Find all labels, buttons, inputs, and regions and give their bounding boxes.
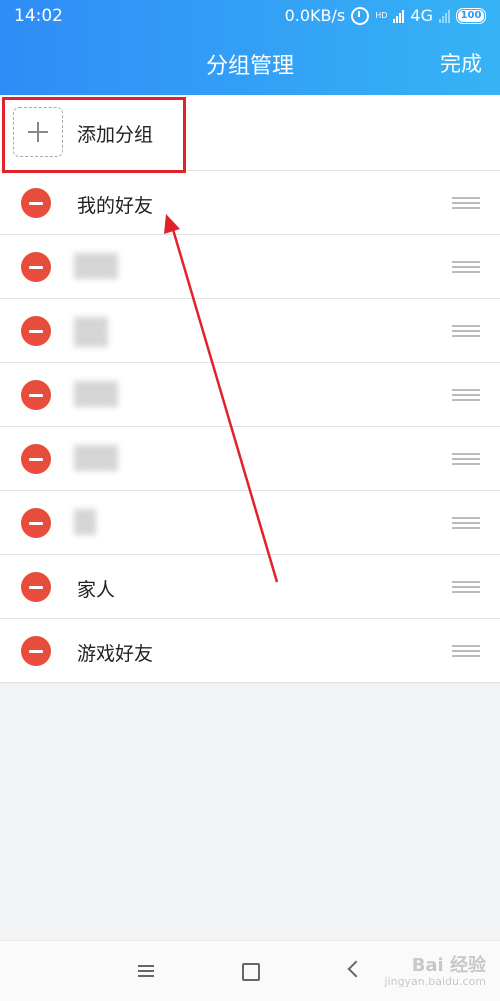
status-time: 14:02 xyxy=(14,6,63,26)
group-row xyxy=(0,363,500,427)
group-label: 游戏好友 xyxy=(77,643,154,665)
drag-handle-icon[interactable] xyxy=(452,453,480,465)
battery-level: 100 xyxy=(460,9,482,21)
blurred-label xyxy=(74,317,108,347)
drag-handle-icon[interactable] xyxy=(452,389,480,401)
group-row: 家人 xyxy=(0,555,500,619)
plus-icon[interactable] xyxy=(13,107,63,157)
add-group-row[interactable]: 添加分组 xyxy=(0,95,500,173)
status-indicators: 0.0KB/s HD 4G 100 xyxy=(285,6,486,25)
delete-icon[interactable] xyxy=(21,188,51,218)
blurred-label xyxy=(74,253,118,279)
add-group-label: 添加分组 xyxy=(77,124,154,146)
delete-icon[interactable] xyxy=(21,508,51,538)
watermark-logo: Bai 经验 xyxy=(411,955,486,976)
delete-icon[interactable] xyxy=(21,252,51,282)
status-bar: 14:02 0.0KB/s HD 4G 100 xyxy=(0,0,500,32)
network-type: 4G xyxy=(410,6,433,25)
group-row: 游戏好友 xyxy=(0,619,500,683)
group-row xyxy=(0,491,500,555)
page-title: 分组管理 xyxy=(205,54,294,79)
delete-icon[interactable] xyxy=(21,316,51,346)
title-row: 分组管理 完成 xyxy=(0,44,500,84)
drag-handle-icon[interactable] xyxy=(452,261,480,273)
signal-icon-secondary xyxy=(439,9,450,23)
hd-label: HD xyxy=(375,11,388,20)
group-row xyxy=(0,427,500,491)
battery-icon: 100 xyxy=(456,7,486,24)
group-label: 我的好友 xyxy=(77,195,154,217)
menu-icon[interactable] xyxy=(138,965,154,977)
network-speed: 0.0KB/s xyxy=(284,6,346,25)
group-list: 添加分组 我的好友 家人 游戏好友 xyxy=(0,95,500,683)
group-row: 我的好友 xyxy=(0,171,500,235)
navigation-bar: Bai 经验 jingyan.baidu.com xyxy=(0,940,500,1001)
delete-icon[interactable] xyxy=(21,444,51,474)
group-row xyxy=(0,235,500,299)
blurred-label xyxy=(74,445,118,471)
alarm-icon xyxy=(351,6,370,25)
drag-handle-icon[interactable] xyxy=(452,581,480,593)
delete-icon[interactable] xyxy=(21,380,51,410)
drag-handle-icon[interactable] xyxy=(452,517,480,529)
drag-handle-icon[interactable] xyxy=(452,325,480,337)
group-label: 家人 xyxy=(77,579,116,601)
blurred-label xyxy=(74,509,96,535)
home-icon[interactable] xyxy=(242,963,260,981)
signal-icon xyxy=(393,9,405,23)
back-icon[interactable] xyxy=(347,960,365,978)
header-bar: 14:02 0.0KB/s HD 4G 100 分组管理 完成 xyxy=(0,0,500,95)
drag-handle-icon[interactable] xyxy=(452,197,480,209)
blurred-label xyxy=(74,381,118,407)
delete-icon[interactable] xyxy=(21,572,51,602)
drag-handle-icon[interactable] xyxy=(452,645,480,657)
done-button[interactable]: 完成 xyxy=(440,48,482,78)
delete-icon[interactable] xyxy=(21,636,51,666)
watermark-url: jingyan.baidu.com xyxy=(384,975,486,988)
group-row xyxy=(0,299,500,363)
